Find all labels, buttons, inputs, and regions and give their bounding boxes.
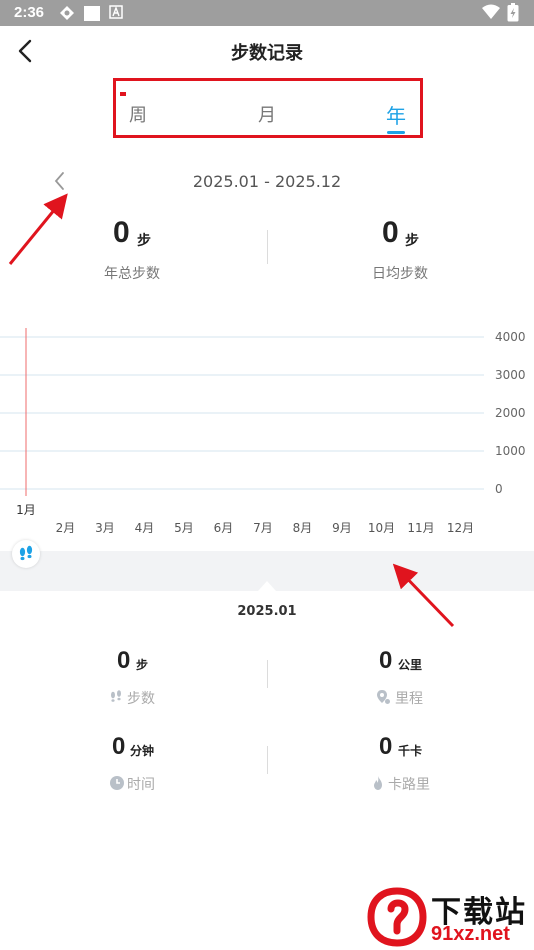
daily-average-steps-unit: 步 [405,233,419,249]
x-tick-label: 12月 [447,521,474,535]
month-time-value: 0 [112,733,126,760]
yearly-steps-chart[interactable]: 4000 3000 2000 1000 0 1月 2月 3月 4月 5月 6月 7月 8月 9月 10月 11… [0,320,534,550]
x-tick-label: 9月 [332,521,352,535]
selected-month-label: 2025.01 [237,604,297,619]
detail-divider-bottom [267,746,268,774]
month-steps-value: 0 [117,647,131,674]
month-distance-unit: 公里 [398,658,423,672]
wifi-icon [482,4,500,19]
notification-a-icon [109,5,123,19]
battery-charging-icon [507,3,519,22]
summary-divider [267,230,268,264]
status-bar: 2:36 [0,0,534,26]
watermark: 下载站 91xz.net [367,887,534,950]
watermark-logo [367,887,427,947]
daily-average-steps-caption: 日均步数 [372,266,428,282]
tab-week[interactable]: 周 [129,101,147,127]
status-time: 2:36 [14,4,45,21]
x-tick-label: 8月 [293,521,313,535]
flame-icon [374,776,382,790]
month-distance-value: 0 [379,647,393,674]
month-time-caption: 时间 [127,777,155,793]
y-tick-label: 2000 [495,406,526,420]
x-tick-label: 2月 [56,521,76,535]
selection-band [0,551,534,591]
y-tick-label: 3000 [495,368,526,382]
y-tick-label: 4000 [495,330,526,344]
clock-icon [110,776,124,790]
month-calories-unit: 千卡 [398,744,423,758]
month-steps-caption: 步数 [127,691,155,707]
watermark-url: 91xz.net [431,923,510,945]
period-tabs: 周 月 年 [113,78,423,138]
footprint-icon [19,545,33,561]
annotation-dot [120,92,126,96]
date-range-label: 2025.01 - 2025.12 [192,172,342,191]
x-tick-label: 6月 [214,521,234,535]
selection-notch [258,581,276,591]
tab-year[interactable]: 年 [386,100,406,129]
x-tick-label: 7月 [253,521,273,535]
detail-divider-top [267,660,268,688]
daily-average-steps-value: 0 [382,216,399,249]
active-tab-indicator [387,131,405,134]
year-total-steps-value: 0 [113,216,130,249]
x-tick-label: 10月 [368,521,395,535]
footprint-badge [12,540,40,568]
x-tick-label: 1月 [16,503,36,517]
white-square-icon [84,6,100,21]
sync-icon [60,6,74,20]
month-time-unit: 分钟 [130,744,155,758]
app-bar: 步数记录 [0,26,534,76]
y-tick-label: 1000 [495,444,526,458]
month-calories-caption: 卡路里 [388,777,430,793]
month-steps-unit: 步 [136,658,149,672]
footprint-icon [111,690,121,702]
x-tick-label: 3月 [95,521,115,535]
year-total-steps-unit: 步 [137,233,151,249]
tab-month[interactable]: 月 [258,101,276,127]
page-title: 步数记录 [231,43,303,64]
x-tick-label: 4月 [135,521,155,535]
annotation-arrow-to-prev [8,193,68,265]
y-tick-label: 0 [495,482,503,496]
year-total-steps-caption: 年总步数 [104,266,160,282]
month-calories-value: 0 [379,733,393,760]
location-pin-icon [377,690,390,704]
x-tick-label: 5月 [174,521,194,535]
month-distance-caption: 里程 [395,691,423,707]
x-tick-label: 11月 [407,521,434,535]
